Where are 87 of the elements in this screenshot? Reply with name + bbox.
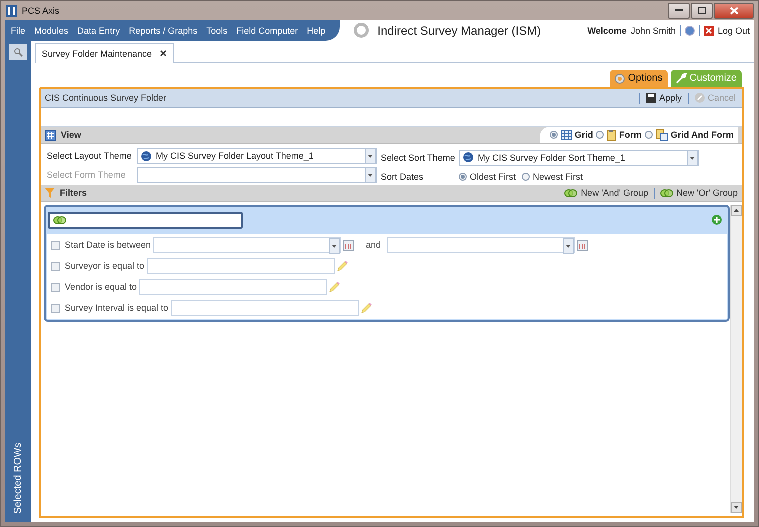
checkbox[interactable] (51, 240, 60, 250)
field-label: Sort Dates (381, 172, 425, 182)
calendar-icon[interactable] (343, 240, 354, 250)
condition-label: Surveyor is equal to (65, 261, 145, 271)
radio-button[interactable] (596, 131, 604, 139)
condition-label: Start Date is between (65, 240, 152, 250)
radio-button[interactable] (550, 131, 558, 139)
input-field[interactable] (170, 300, 359, 316)
pencil-icon[interactable] (329, 281, 342, 293)
input-field[interactable] (139, 279, 328, 295)
options-tab[interactable]: Options (610, 70, 668, 87)
close-icon (730, 6, 738, 14)
checkbox[interactable] (51, 304, 60, 312)
sort-theme-dropdown[interactable]: My CIS Survey Folder Sort Theme_1 (459, 150, 699, 166)
search-button[interactable] (9, 44, 27, 60)
globe-icon (141, 150, 152, 162)
close-button[interactable] (714, 2, 754, 18)
date-field[interactable] (387, 237, 576, 253)
radio-option[interactable]: Oldest First (459, 172, 516, 182)
connector-label: and (366, 240, 382, 250)
panel-title: CIS Continuous Survey Folder (45, 93, 167, 103)
filters-label: Filters (60, 188, 88, 198)
pencil-icon[interactable] (336, 260, 349, 272)
scroll-down-icon[interactable] (734, 506, 739, 509)
scroll-up-icon[interactable] (734, 209, 739, 212)
minimize-button[interactable] (668, 2, 690, 18)
radio-button[interactable] (644, 131, 653, 139)
menu-item[interactable]: Tools (206, 26, 228, 36)
gear-icon (615, 74, 626, 84)
grid-icon (45, 130, 56, 140)
grid-form-icon (656, 129, 668, 141)
tab[interactable]: Survey Folder Maintenance (35, 43, 174, 63)
field-label: Select Sort Theme (381, 152, 456, 162)
view-label: View (61, 130, 82, 140)
save-button[interactable]: Apply (644, 93, 684, 103)
add-icon[interactable] (712, 215, 722, 225)
app-logo-icon (6, 4, 17, 16)
maximize-button[interactable] (691, 2, 713, 18)
ring-icon (354, 23, 369, 38)
date-field[interactable] (153, 237, 342, 253)
view-mode-option[interactable]: Form (607, 130, 642, 140)
cancel-icon (694, 93, 705, 103)
calendar-icon[interactable] (577, 240, 588, 250)
window-title: PCS Axis (22, 6, 60, 16)
module-title: Indirect Survey Manager (ISM) (378, 24, 542, 38)
checkbox[interactable] (51, 282, 60, 292)
globe-icon (463, 152, 474, 163)
menu-item[interactable]: Field Computer (236, 26, 298, 36)
welcome-label: Welcome (588, 26, 627, 36)
menu-item[interactable]: Reports / Graphs (129, 26, 198, 36)
field-label: Select Layout Theme (47, 151, 133, 161)
new-group-button[interactable]: New 'And' Group (564, 188, 649, 198)
pencil-icon[interactable] (360, 302, 373, 314)
condition-label: Survey Interval is equal to (65, 303, 169, 313)
menu-item[interactable]: Modules (34, 26, 69, 36)
menu-item[interactable]: File (11, 26, 26, 36)
save-icon (646, 93, 656, 103)
clipboard-icon (607, 130, 616, 140)
checkbox[interactable] (51, 262, 60, 270)
link-icon (53, 216, 67, 224)
link-icon (660, 188, 674, 198)
radio-button[interactable] (522, 172, 530, 180)
link-icon (564, 188, 578, 198)
new-group-button[interactable]: New 'Or' Group (660, 188, 738, 198)
view-mode-option[interactable]: Grid And Form (656, 129, 734, 141)
wrench-icon (676, 73, 687, 84)
menu-item[interactable]: Help (307, 26, 326, 36)
radio-button[interactable] (459, 172, 467, 180)
input-field[interactable] (146, 258, 335, 274)
view-mode-option[interactable]: Grid (560, 130, 594, 140)
maximize-icon (698, 7, 706, 14)
logout-link[interactable]: Log Out (718, 26, 750, 36)
radio-option[interactable]: Newest First (522, 172, 584, 182)
help-icon[interactable] (684, 26, 695, 36)
funnel-icon (45, 188, 55, 198)
close-icon[interactable] (160, 50, 168, 57)
condition-label: Vendor is equal to (65, 282, 138, 292)
menu-item[interactable]: Data Entry (78, 26, 120, 36)
layout-theme-dropdown[interactable]: My CIS Survey Folder Layout Theme_1 (137, 148, 377, 164)
user-name: John Smith (630, 26, 676, 36)
grid-icon (560, 130, 572, 140)
group-name-field[interactable] (48, 212, 243, 228)
field-label: Select Form Theme (47, 170, 127, 180)
scrollbar[interactable] (730, 205, 742, 513)
minimize-icon (675, 9, 683, 12)
search-icon (14, 48, 22, 56)
sidebar-label[interactable]: Selected ROWs (12, 442, 24, 514)
